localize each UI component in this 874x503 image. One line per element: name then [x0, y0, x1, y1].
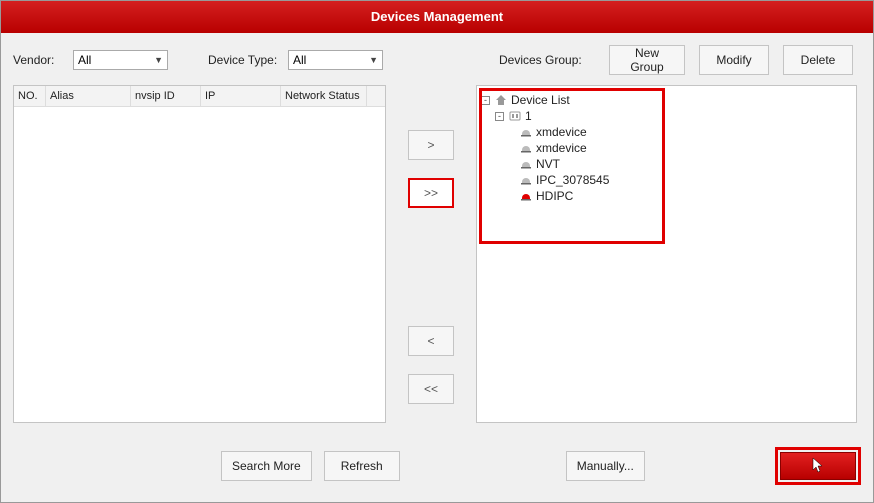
- col-tail: [367, 86, 385, 106]
- tree-device-row[interactable]: xmdevice: [481, 124, 852, 140]
- tree-device-label: NVT: [536, 156, 560, 172]
- content-area: Vendor: All ▼ Device Type: All ▼ Devices…: [1, 33, 873, 423]
- refresh-button[interactable]: Refresh: [324, 451, 400, 481]
- camera-icon: [519, 158, 533, 170]
- tree-device-row[interactable]: IPC_3078545: [481, 172, 852, 188]
- modify-button[interactable]: Modify: [699, 45, 769, 75]
- camera-icon: [519, 190, 533, 202]
- tree-device-row[interactable]: NVT: [481, 156, 852, 172]
- move-buttons-column: > >> < <<: [386, 85, 476, 423]
- tree-group-row[interactable]: - 1: [481, 108, 852, 124]
- vendor-label: Vendor:: [13, 53, 73, 67]
- vendor-select[interactable]: All ▼: [73, 50, 168, 70]
- col-nvsip[interactable]: nvsip ID: [131, 86, 201, 106]
- col-ip[interactable]: IP: [201, 86, 281, 106]
- primary-action-highlight: [775, 447, 861, 485]
- tree-device-row[interactable]: xmdevice: [481, 140, 852, 156]
- device-type-label: Device Type:: [208, 53, 288, 67]
- tree-root-label: Device List: [511, 92, 570, 108]
- home-icon: [494, 94, 508, 106]
- device-table: NO. Alias nvsip ID IP Network Status: [13, 85, 386, 423]
- camera-icon: [519, 126, 533, 138]
- col-alias[interactable]: Alias: [46, 86, 131, 106]
- col-no[interactable]: NO.: [14, 86, 46, 106]
- tree-root-row[interactable]: - Device List: [481, 92, 852, 108]
- camera-icon: [519, 142, 533, 154]
- tree-device-label: HDIPC: [536, 188, 573, 204]
- group-icon: [508, 110, 522, 122]
- tree-device-label: IPC_3078545: [536, 172, 609, 188]
- devices-group-label: Devices Group:: [499, 53, 609, 67]
- manually-button[interactable]: Manually...: [566, 451, 645, 481]
- add-all-button[interactable]: >>: [408, 178, 454, 208]
- footer-row: Search More Refresh Manually...: [13, 448, 861, 484]
- tree-content: - Device List - 1 xmdevi: [477, 86, 856, 210]
- cursor-icon: [811, 457, 825, 476]
- device-group-tree: - Device List - 1 xmdevi: [476, 85, 857, 423]
- devices-management-window: Devices Management Vendor: All ▼ Device …: [0, 0, 874, 503]
- add-one-button[interactable]: >: [408, 130, 454, 160]
- remove-one-button[interactable]: <: [408, 326, 454, 356]
- top-row: Vendor: All ▼ Device Type: All ▼ Devices…: [13, 45, 861, 75]
- tree-group-label: 1: [525, 108, 532, 124]
- tree-device-row[interactable]: HDIPC: [481, 188, 852, 204]
- table-body: [14, 107, 385, 422]
- device-type-value: All: [293, 53, 306, 67]
- camera-icon: [519, 174, 533, 186]
- chevron-down-icon: ▼: [369, 55, 378, 65]
- device-type-select[interactable]: All ▼: [288, 50, 383, 70]
- window-title: Devices Management: [371, 9, 503, 24]
- col-network-status[interactable]: Network Status: [281, 86, 367, 106]
- vendor-value: All: [78, 53, 91, 67]
- delete-button[interactable]: Delete: [783, 45, 853, 75]
- tree-device-label: xmdevice: [536, 140, 587, 156]
- search-more-button[interactable]: Search More: [221, 451, 312, 481]
- new-group-button[interactable]: New Group: [609, 45, 685, 75]
- primary-action-button[interactable]: [780, 452, 856, 480]
- tree-device-label: xmdevice: [536, 124, 587, 140]
- remove-all-button[interactable]: <<: [408, 374, 454, 404]
- main-row: NO. Alias nvsip ID IP Network Status > >…: [13, 85, 861, 423]
- collapse-icon[interactable]: -: [495, 112, 504, 121]
- titlebar: Devices Management: [1, 1, 873, 33]
- chevron-down-icon: ▼: [154, 55, 163, 65]
- table-header: NO. Alias nvsip ID IP Network Status: [14, 86, 385, 107]
- collapse-icon[interactable]: -: [481, 96, 490, 105]
